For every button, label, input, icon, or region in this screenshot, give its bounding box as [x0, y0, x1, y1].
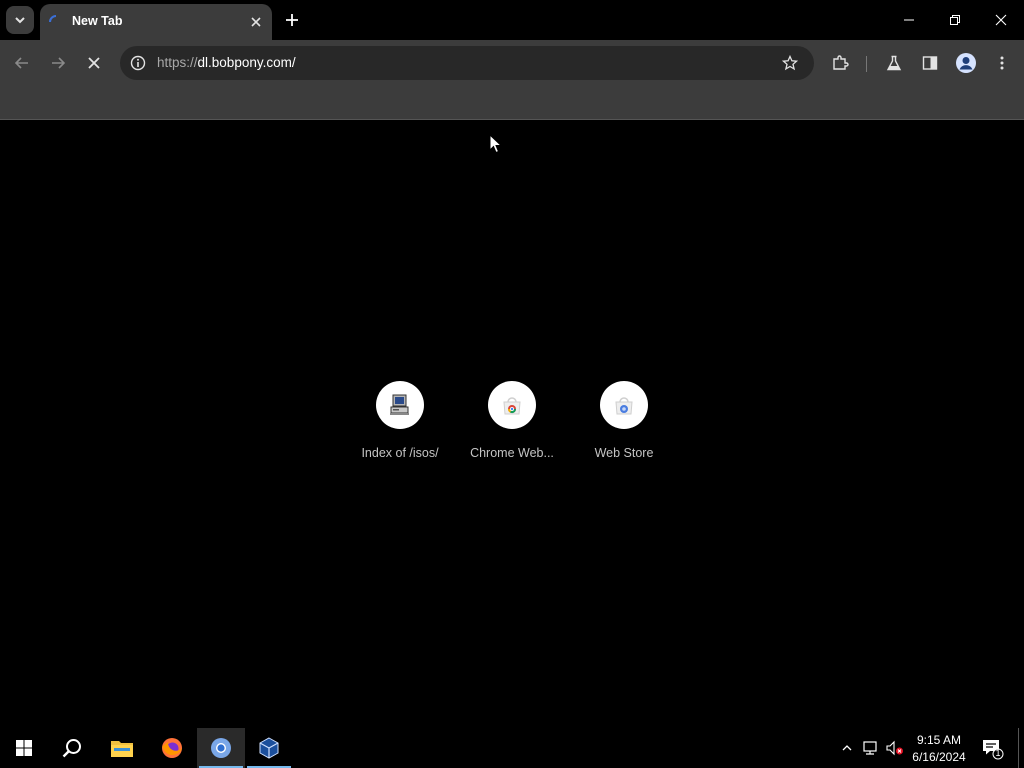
- tab-strip: New Tab: [0, 0, 1024, 40]
- url-text[interactable]: https://dl.bobpony.com/: [157, 55, 296, 70]
- start-button[interactable]: [0, 728, 48, 768]
- forward-arrow-icon: [52, 57, 66, 69]
- shortcut-icon-circle: [376, 381, 424, 429]
- kebab-menu-icon: [1000, 56, 1004, 70]
- virtualbox-icon: [259, 737, 279, 759]
- profile-icon: [956, 53, 976, 73]
- close-icon: [995, 14, 1007, 26]
- mouse-cursor-icon: [489, 134, 503, 154]
- shortcut-label: Index of /isos/: [361, 446, 439, 460]
- close-window-button[interactable]: [978, 0, 1024, 40]
- minimize-button[interactable]: [886, 0, 932, 40]
- windows-taskbar: 9:15 AM 6/16/2024 1: [0, 728, 1024, 768]
- chevron-down-icon: [15, 17, 25, 24]
- notification-count: 1: [995, 748, 1001, 758]
- restore-button[interactable]: [932, 0, 978, 40]
- labs-flask-icon: [886, 55, 902, 71]
- close-icon: [251, 17, 261, 27]
- profile-button[interactable]: [950, 47, 982, 79]
- minimize-icon: [904, 19, 914, 21]
- file-explorer-icon: [111, 741, 133, 757]
- shortcut-label: Web Store: [594, 446, 654, 460]
- bookmarks-bar: [0, 86, 1024, 120]
- stop-icon: [88, 57, 100, 69]
- loading-spinner-icon: [49, 15, 57, 23]
- shortcut-icon-circle: [488, 381, 536, 429]
- firefox-icon: [162, 738, 182, 758]
- tray-overflow-button[interactable]: [836, 737, 858, 759]
- taskbar-chrome[interactable]: [197, 728, 245, 768]
- side-panel-icon: [922, 56, 938, 70]
- site-info-button[interactable]: [124, 49, 152, 77]
- tab-search-button[interactable]: [6, 6, 34, 34]
- restore-icon: [950, 15, 960, 25]
- info-icon: [130, 55, 146, 71]
- chrome-web-store-icon: [503, 397, 521, 415]
- web-store-icon: [615, 397, 633, 415]
- extensions-icon: [833, 55, 849, 70]
- labs-button[interactable]: [878, 47, 910, 79]
- chevron-up-icon: [842, 745, 852, 751]
- bookmark-star-button[interactable]: [776, 49, 804, 77]
- new-tab-button[interactable]: [280, 8, 304, 32]
- show-desktop-button[interactable]: [1018, 728, 1019, 768]
- chrome-menu-button[interactable]: [986, 47, 1018, 79]
- clock-date: 6/16/2024: [912, 750, 966, 764]
- windows-start-icon: [16, 740, 32, 756]
- tab-close-button[interactable]: [246, 12, 266, 32]
- back-arrow-icon: [14, 57, 28, 69]
- network-icon: [863, 741, 877, 755]
- shortcut-label: Chrome Web...: [470, 446, 554, 460]
- chrome-icon: [211, 738, 231, 758]
- forward-button[interactable]: [42, 47, 74, 79]
- computer-icon: [390, 394, 409, 415]
- search-icon: [62, 739, 81, 758]
- extensions-button[interactable]: [824, 47, 856, 79]
- shortcut-index-of-isos[interactable]: Index of /isos/: [344, 381, 456, 477]
- star-icon: [782, 55, 798, 71]
- search-button[interactable]: [48, 728, 96, 768]
- tab-title: New Tab: [72, 14, 123, 28]
- system-clock[interactable]: 9:15 AM 6/16/2024: [906, 732, 972, 766]
- shortcut-icon-circle: [600, 381, 648, 429]
- new-tab-page: Index of /isos/ Chrome Web... Web Store: [0, 121, 1024, 728]
- tray-network-button[interactable]: [860, 737, 882, 759]
- clock-time: 9:15 AM: [916, 733, 962, 747]
- tray-volume-button[interactable]: [884, 737, 906, 759]
- action-center-button[interactable]: 1: [980, 736, 1004, 760]
- side-panel-button[interactable]: [914, 47, 946, 79]
- back-button[interactable]: [6, 47, 38, 79]
- address-bar[interactable]: https://dl.bobpony.com/: [120, 46, 814, 80]
- shortcut-web-store[interactable]: Web Store: [568, 381, 680, 477]
- toolbar-divider: [866, 56, 867, 72]
- tab-new-tab[interactable]: New Tab: [40, 4, 272, 40]
- plus-icon: [286, 14, 298, 26]
- volume-muted-icon: [886, 740, 903, 756]
- taskbar-firefox[interactable]: [148, 728, 196, 768]
- stop-button[interactable]: [78, 47, 110, 79]
- shortcut-chrome-web-store[interactable]: Chrome Web...: [456, 381, 568, 477]
- browser-toolbar: https://dl.bobpony.com/: [0, 40, 1024, 86]
- taskbar-virtualbox[interactable]: [245, 728, 293, 768]
- taskbar-file-explorer[interactable]: [98, 728, 146, 768]
